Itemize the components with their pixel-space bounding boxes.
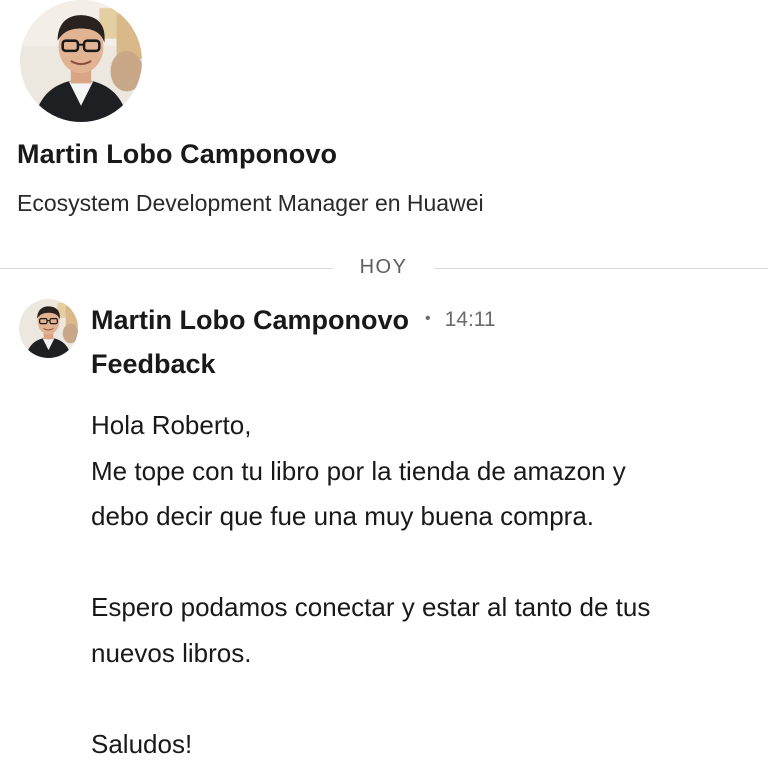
- day-divider-line-right: [434, 268, 768, 269]
- message-timestamp: 14:11: [444, 308, 496, 331]
- message-sender-avatar[interactable]: [19, 299, 78, 358]
- message-body-line: [91, 540, 761, 586]
- message-sender-name[interactable]: Martin Lobo Camponovo: [91, 305, 409, 336]
- message-body: Hola Roberto, Me tope con tu libro por l…: [91, 403, 761, 767]
- person-photo-icon: [19, 299, 78, 358]
- message-header: Martin Lobo Camponovo • 14:11: [91, 303, 496, 337]
- message-body-line: Espero podamos conectar y estar al tanto…: [91, 592, 651, 622]
- message-body-line: Saludos!: [91, 728, 193, 759]
- message-body-line: [91, 676, 761, 722]
- person-photo-icon: [20, 0, 142, 122]
- profile-avatar[interactable]: [20, 0, 142, 122]
- message-body-line: debo decir que fue una muy buena compra.: [91, 501, 595, 531]
- profile-name[interactable]: Martin Lobo Camponovo: [17, 139, 337, 170]
- separator-dot: •: [424, 310, 431, 327]
- message-body-line: nuevos libros.: [91, 637, 252, 668]
- message-body-line: Me tope con tu libro por la tienda de am…: [91, 455, 626, 486]
- day-divider-label: HOY: [359, 256, 408, 278]
- message-body-line: Hola Roberto,: [91, 410, 252, 440]
- day-divider-line-left: [0, 268, 333, 269]
- profile-headline: Ecosystem Development Manager en Huawei: [17, 190, 484, 216]
- message-subject: Feedback: [91, 349, 216, 379]
